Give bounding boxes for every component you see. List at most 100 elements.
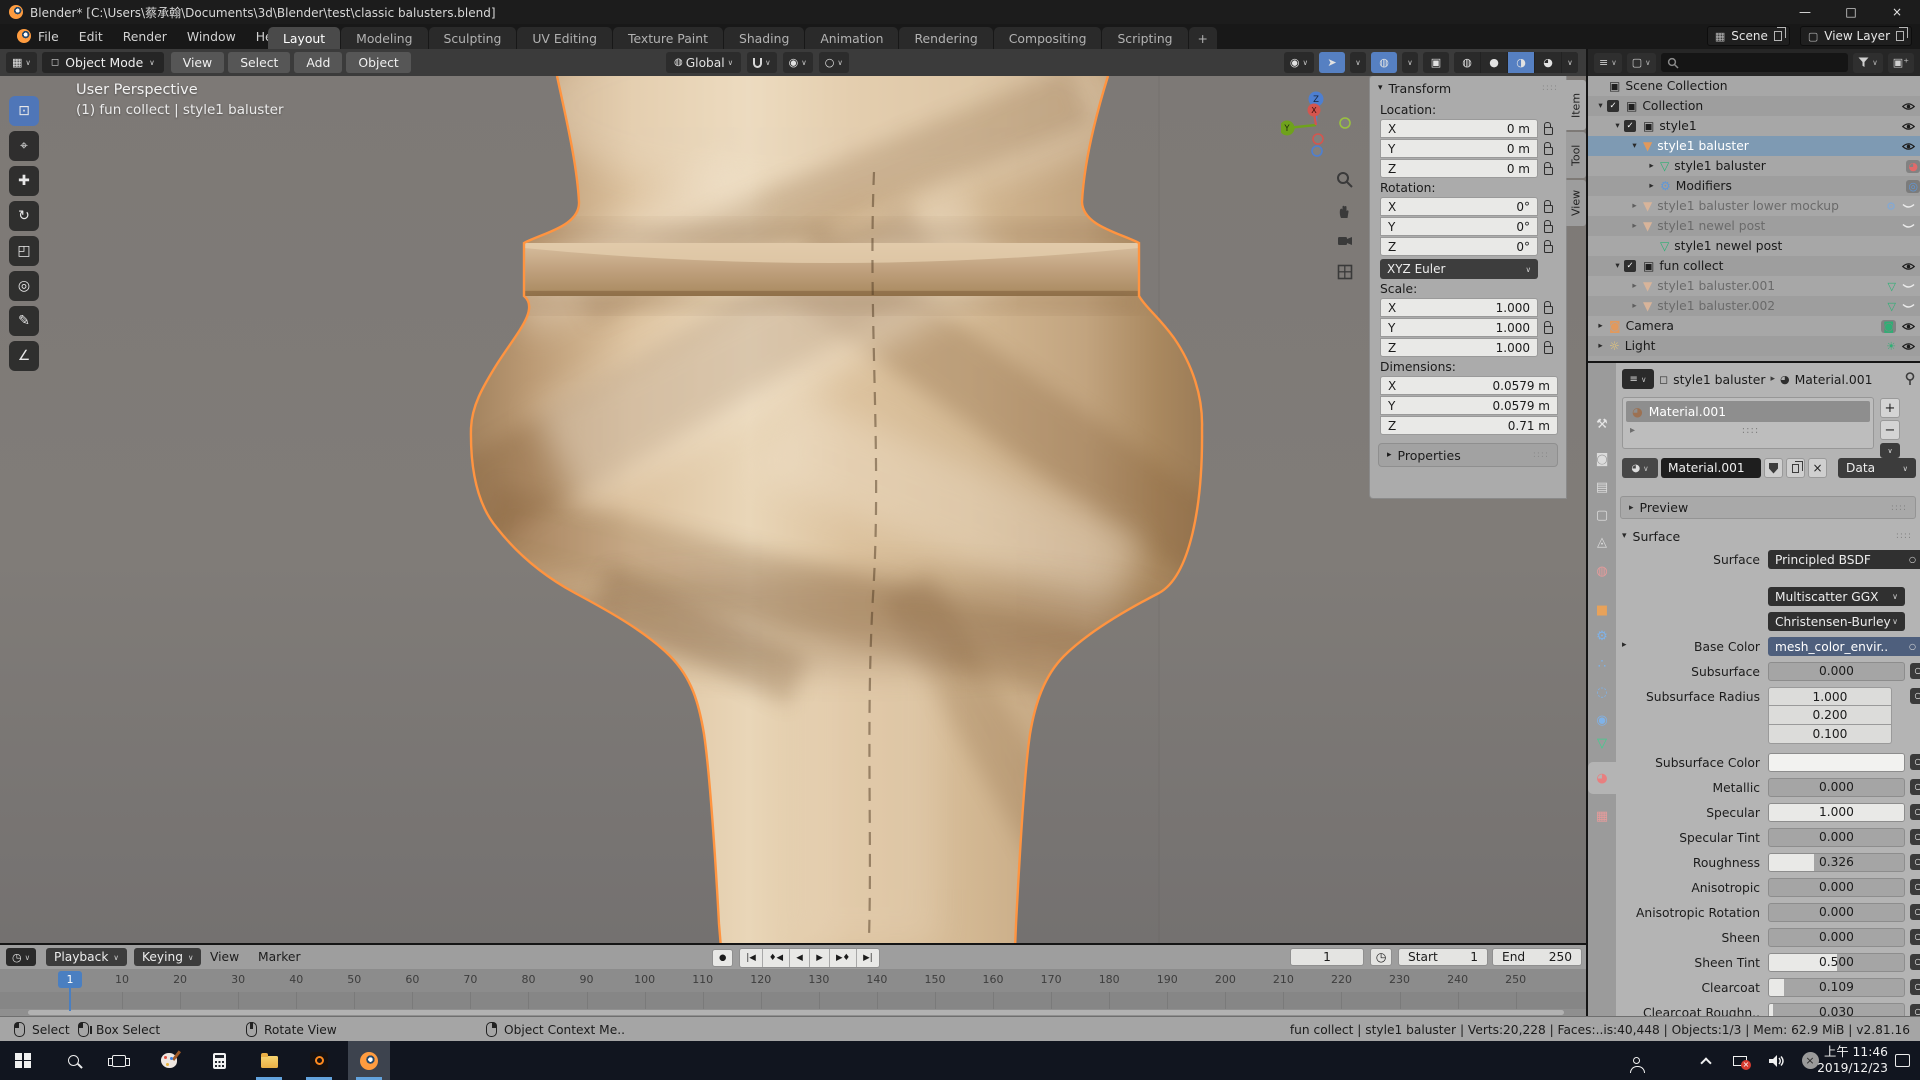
slider-subsurface[interactable]: 0.000 [1768,662,1905,681]
browse-material-button[interactable]: ◕∨ [1622,458,1658,478]
material-slot-item[interactable]: ◕ Material.001 [1626,401,1870,422]
expander-icon[interactable]: ▾ [1611,261,1624,271]
shading-wireframe-button[interactable]: ◍ [1454,52,1480,73]
properties-editor-type-button[interactable]: ≡∨ [1622,369,1654,389]
workspace-tab-compositing[interactable]: Compositing [994,27,1102,49]
tab-view-layer[interactable]: ▢ [1590,503,1614,527]
transform-field-x[interactable]: X0.0579 m [1380,376,1558,395]
breadcrumb-object[interactable]: style1 baluster [1673,372,1765,387]
slider-roughness[interactable]: 0.326 [1768,853,1905,872]
start-button[interactable] [2,1041,44,1080]
mode-dropdown[interactable]: ◻ Object Mode ∨ [42,52,164,73]
eye-open-icon[interactable] [1896,102,1920,111]
checkbox-icon[interactable]: ✓ [1624,260,1636,272]
lock-icon[interactable] [1538,163,1558,175]
workspace-tab-modeling[interactable]: Modeling [341,27,427,49]
tool-move[interactable]: ✚ [9,166,39,196]
zoom-icon[interactable] [1334,169,1356,191]
outliner-row[interactable]: ▸▽style1 baluster◕ [1588,156,1920,176]
slider-clearcoat[interactable]: 0.109 [1768,978,1905,997]
animate-dot-button[interactable]: ○ [1910,854,1920,870]
decorator-dot-icon[interactable]: ○ [1909,555,1916,564]
taskbar-clock[interactable]: 上午 11:46 2019/12/23 [1817,1044,1888,1076]
transform-field-z[interactable]: Z0° [1380,237,1538,256]
proportional-editing-button[interactable]: ◉∨ [783,52,813,73]
tool-scale[interactable]: ◰ [9,236,39,266]
outliner-row[interactable]: ▾▼style1 baluster [1588,136,1920,156]
outliner-row[interactable]: ▸◙Camera◙ [1588,316,1920,336]
transform-field-x[interactable]: X1.000 [1380,298,1538,317]
falloff-dropdown[interactable]: ○∨ [819,52,849,73]
slider-specular-tint[interactable]: 0.000 [1768,828,1905,847]
expander-icon[interactable]: ▸ [1628,201,1641,211]
playhead[interactable]: 1 [58,971,82,988]
panel-drag-handle[interactable]: :::: [1542,83,1558,93]
tab-world[interactable]: ◍ [1590,559,1614,583]
network-icon[interactable] [1728,1041,1752,1080]
animate-dot-button[interactable]: ○ [1910,929,1920,945]
record-button[interactable]: ● [712,949,733,967]
animate-dot-button[interactable]: ○ [1910,829,1920,845]
outliner-editor-type-button[interactable]: ≡∨ [1594,53,1622,73]
expander-icon[interactable]: ▸ [1628,301,1641,311]
transform-field-y[interactable]: Y0 m [1380,139,1538,158]
expander-icon[interactable]: ▸ [1628,281,1641,291]
eye-open-icon[interactable] [1896,322,1920,331]
minimize-button[interactable]: — [1782,0,1828,24]
workspace-tab-rendering[interactable]: Rendering [899,27,992,49]
shading-dropdown[interactable]: ∨ [1562,52,1578,73]
tab-texture[interactable]: ▦ [1590,804,1614,828]
slider-specular[interactable]: 1.000 [1768,803,1905,822]
menu-file[interactable]: File [28,24,69,49]
end-frame-field[interactable]: End250 [1492,948,1582,966]
overlays-toggle[interactable]: ◍ [1371,52,1397,73]
animate-dot-button[interactable]: ○ [1910,663,1920,679]
lock-icon[interactable] [1538,302,1558,314]
pin-icon[interactable] [1904,372,1916,386]
tab-physics[interactable]: ◌ [1590,680,1614,704]
fake-user-button[interactable] [1764,458,1783,478]
blender-taskbar-button[interactable] [348,1041,390,1080]
tab-scene[interactable]: ◬ [1590,530,1614,554]
outliner-row[interactable]: ▸▼style1 baluster lower mockup⚙ [1588,196,1920,216]
tab-output[interactable]: ▤ [1590,475,1614,499]
copy-material-button[interactable] [1786,458,1805,478]
animate-dot-button[interactable]: ○ [1910,688,1920,704]
timeline-view-menu[interactable]: View [204,950,245,964]
outliner-row[interactable]: ▣Scene Collection [1588,76,1920,96]
timeline-ruler[interactable]: 1020304050607080901001101201301401501601… [0,969,1586,992]
tool-rotate[interactable]: ↻ [9,201,39,231]
menu-window[interactable]: Window [177,24,246,49]
timeline-scrollbar[interactable] [0,1009,1586,1016]
calculator-button[interactable] [198,1041,240,1080]
workspace-tab-layout[interactable]: Layout [268,27,340,49]
eye-open-icon[interactable] [1896,122,1920,131]
slider-sheen-tint[interactable]: 0.500 [1768,953,1905,972]
eye-closed-icon[interactable] [1896,203,1920,210]
checkbox-icon[interactable]: ✓ [1607,100,1619,112]
playback-dropdown[interactable]: Playback∨ [46,948,127,966]
scrollbar-thumb[interactable] [28,1010,1564,1015]
expander-icon[interactable]: ▸ [1645,181,1658,191]
outliner-row[interactable]: ▾✓▣Collection [1588,96,1920,116]
stopwatch-icon[interactable]: ◷ [1370,948,1392,966]
sidebar-tab-item[interactable]: Item [1566,80,1586,130]
gizmo-toggle[interactable]: ➤ [1319,52,1345,73]
tray-expand-icon[interactable] [1694,1041,1718,1080]
jump-to-start-button[interactable]: |◀ [740,949,762,967]
media-app-button[interactable] [298,1041,340,1080]
workspace-tab-scripting[interactable]: Scripting [1102,27,1187,49]
play-button[interactable]: ▶ [810,949,830,967]
volume-icon[interactable] [1764,1041,1788,1080]
scene-selector[interactable]: ▦ Scene [1707,26,1790,46]
maximize-button[interactable]: □ [1828,0,1874,24]
lock-icon[interactable] [1538,123,1558,135]
tab-constraints[interactable]: ◉ [1590,708,1614,732]
new-collection-button[interactable]: ▣⁺ [1888,53,1914,73]
current-frame-field[interactable]: 1 [1290,948,1364,966]
eye-closed-icon[interactable] [1896,223,1920,230]
slider-metallic[interactable]: 0.000 [1768,778,1905,797]
tool-select-box[interactable]: ⊡ [9,96,39,126]
menu-edit[interactable]: Edit [69,24,113,49]
eye-closed-icon[interactable] [1896,303,1920,310]
